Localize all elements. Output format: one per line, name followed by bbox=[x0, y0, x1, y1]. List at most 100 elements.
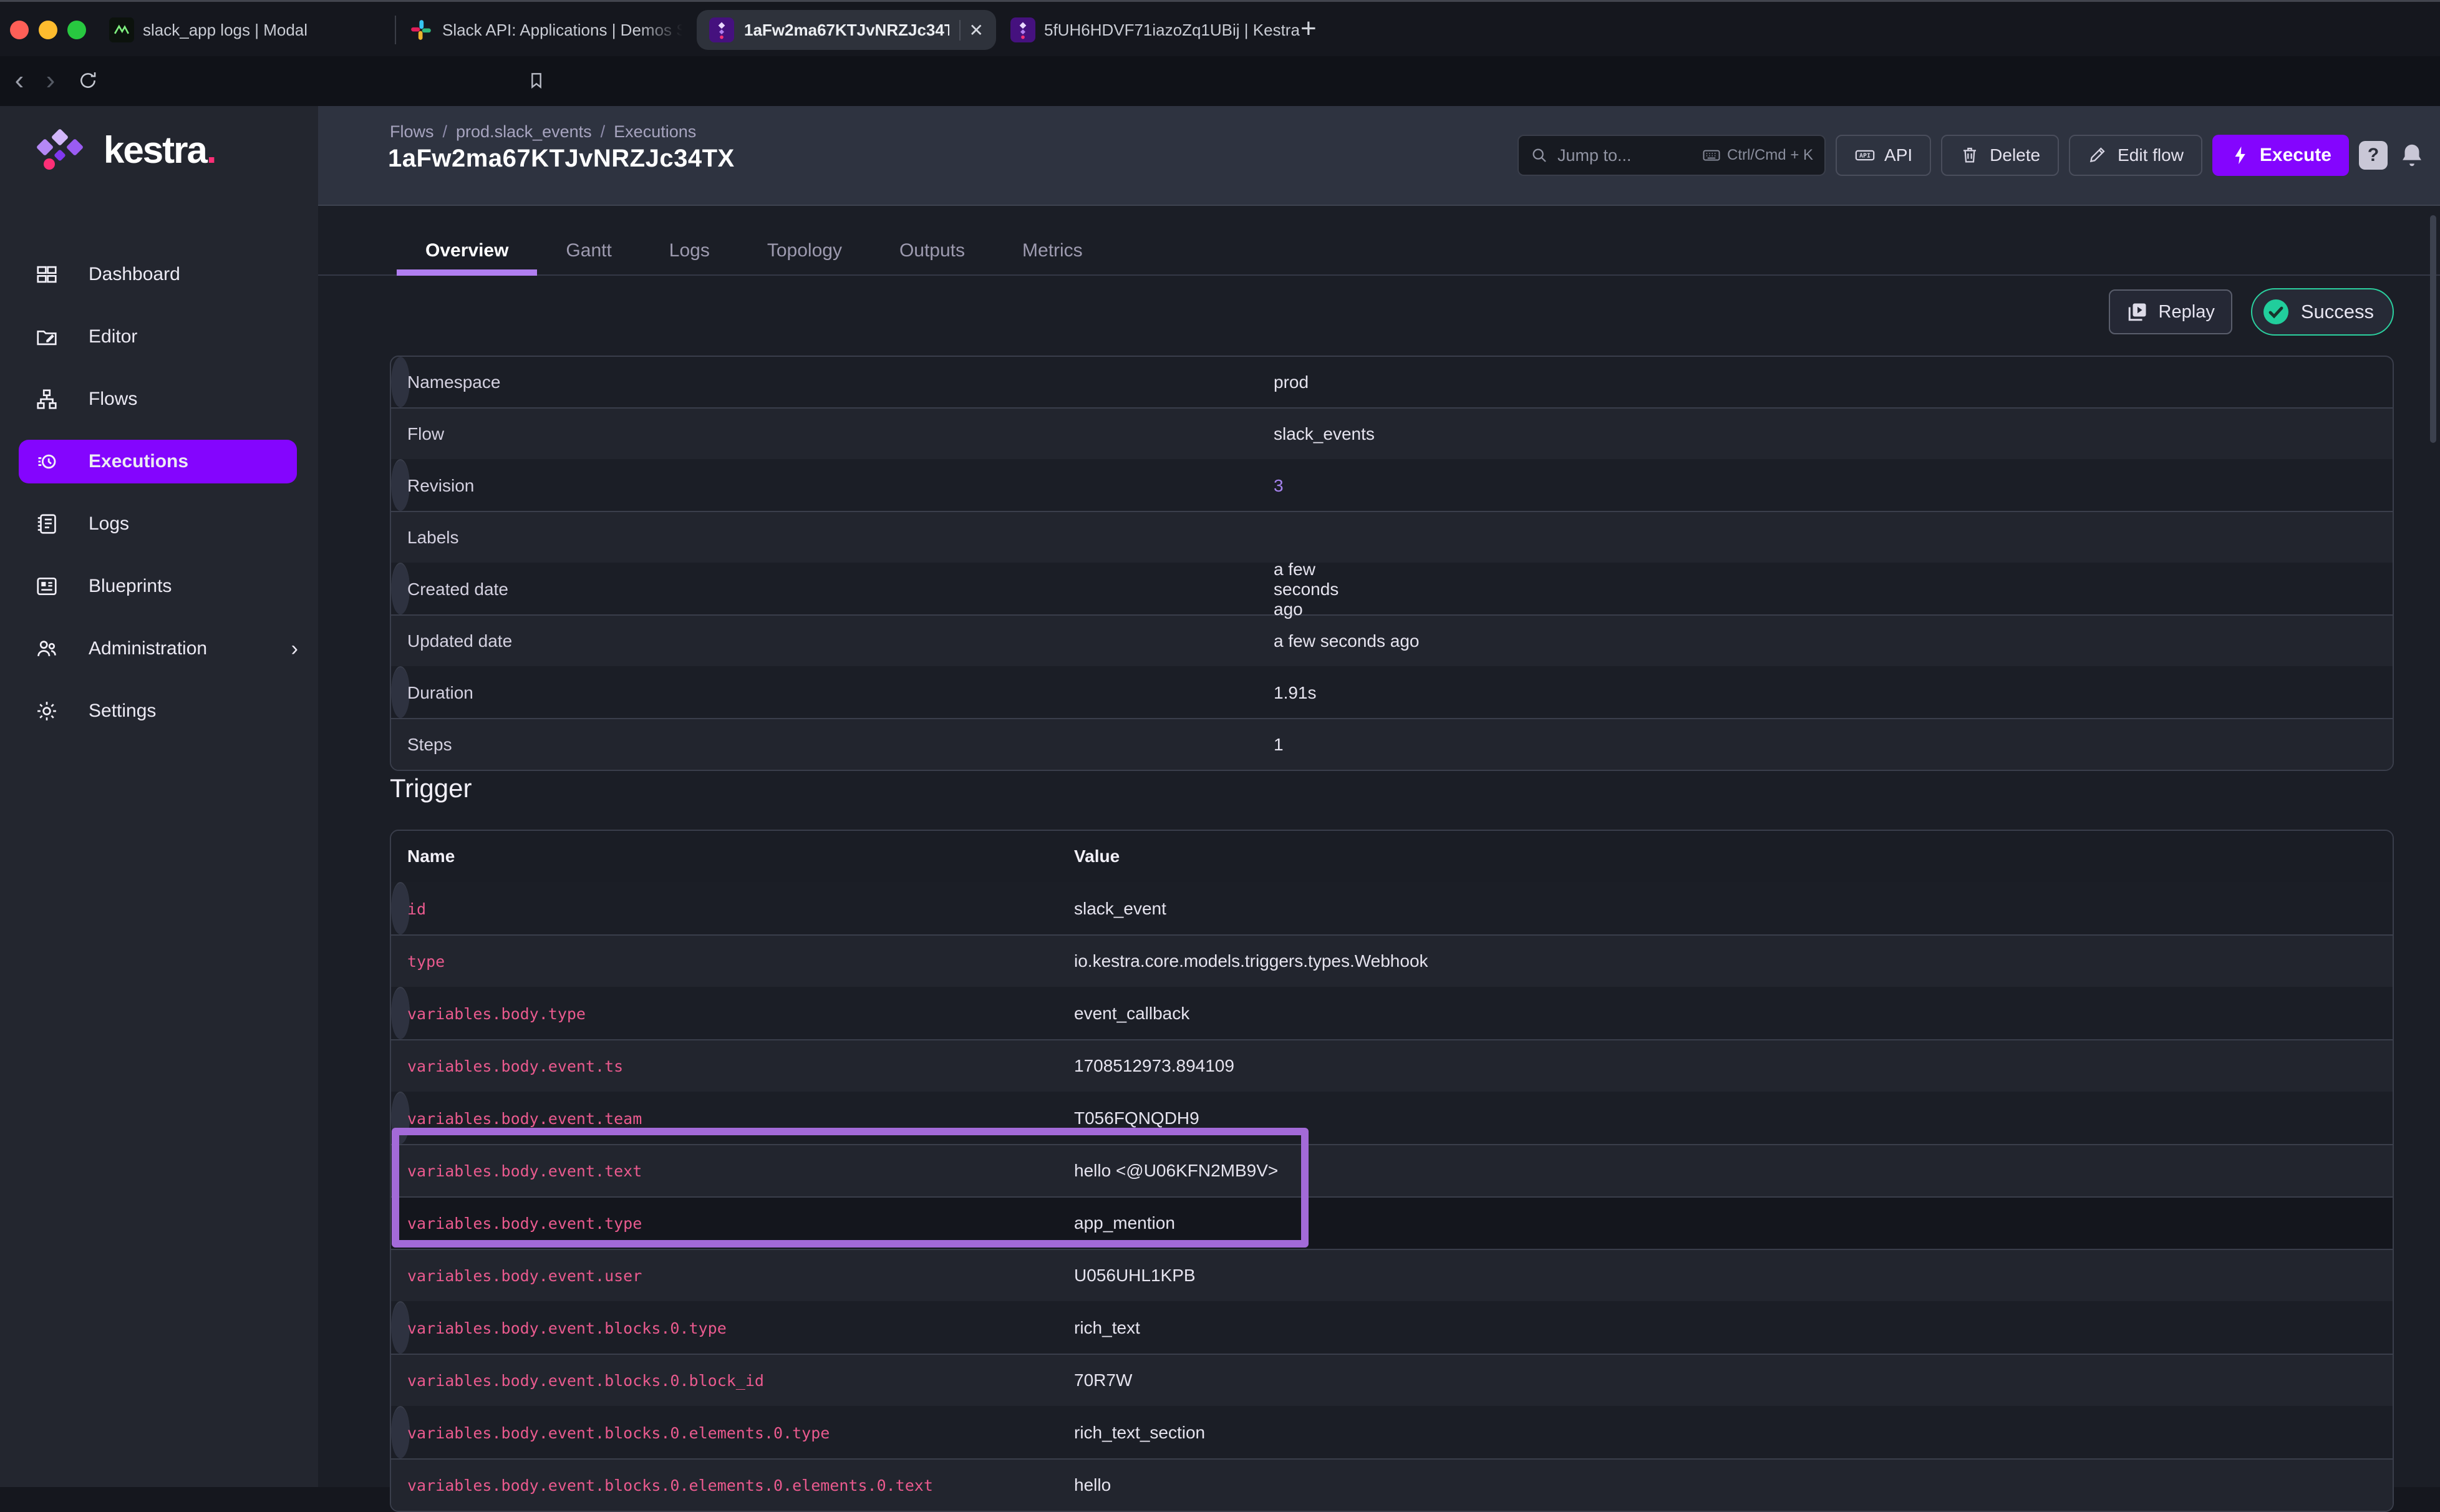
trigger-value: U056UHL1KPB bbox=[1074, 1266, 1196, 1286]
trigger-row: variables.body.event.team T056FQNQDH9 bbox=[391, 1092, 410, 1144]
minimize-window-button[interactable] bbox=[39, 21, 57, 39]
sidebar-item-label: Dashboard bbox=[89, 264, 180, 285]
back-button[interactable]: ‹ bbox=[4, 65, 35, 96]
maximize-window-button[interactable] bbox=[67, 21, 86, 39]
sidebar-item-settings[interactable]: Settings bbox=[0, 689, 318, 733]
edit-flow-button[interactable]: Edit flow bbox=[2069, 135, 2202, 176]
breadcrumb-segment[interactable]: prod.slack_events bbox=[456, 122, 592, 141]
row-value: 1.91s bbox=[1274, 683, 1317, 703]
trigger-key: variables.body.event.team bbox=[391, 1110, 1074, 1128]
close-window-button[interactable] bbox=[10, 21, 29, 39]
replay-button[interactable]: Replay bbox=[2109, 289, 2232, 334]
scrollbar-thumb[interactable] bbox=[2430, 215, 2436, 443]
search-icon bbox=[1530, 146, 1549, 165]
row-label: Labels bbox=[391, 528, 1274, 548]
kestra-logo[interactable]: kestra. bbox=[35, 128, 215, 172]
sidebar-item-label: Flows bbox=[89, 389, 137, 410]
trigger-value: slack_event bbox=[1074, 899, 1166, 919]
reload-button[interactable] bbox=[72, 65, 104, 96]
row-label: Steps bbox=[391, 735, 1274, 755]
trigger-key: variables.body.event.type bbox=[391, 1214, 1074, 1233]
tab-topology[interactable]: Topology bbox=[738, 228, 871, 273]
trigger-row: type io.kestra.core.models.triggers.type… bbox=[391, 934, 2393, 987]
trigger-row: variables.body.event.type app_mention bbox=[391, 1196, 2393, 1249]
breadcrumb-segment[interactable]: Flows bbox=[390, 122, 434, 141]
row-value[interactable]: 3 bbox=[1274, 476, 1284, 496]
breadcrumb-segment[interactable]: Executions bbox=[614, 122, 696, 141]
trigger-row: variables.body.event.blocks.0.block_id 7… bbox=[391, 1354, 2393, 1406]
trigger-row: variables.body.event.ts 1708512973.89410… bbox=[391, 1039, 2393, 1092]
flows-icon bbox=[35, 387, 59, 411]
executions-icon bbox=[35, 450, 59, 473]
trigger-key: variables.body.event.blocks.0.type bbox=[391, 1319, 1074, 1337]
trigger-value: rich_text_section bbox=[1074, 1423, 1205, 1443]
window-controls[interactable] bbox=[10, 21, 86, 39]
editor-icon bbox=[35, 325, 59, 349]
column-value: Value bbox=[1074, 846, 1120, 866]
browser-tab[interactable]: 5fUH6HDVF71iazoZq1UBij | Kestra bbox=[1010, 2, 1300, 58]
tab-title: slack_app logs | Modal bbox=[143, 21, 307, 40]
trigger-value: hello bbox=[1074, 1475, 1111, 1495]
sidebar-item-dashboard[interactable]: Dashboard bbox=[0, 253, 318, 296]
sidebar-menu: Dashboard Editor Flows Executions Logs B… bbox=[0, 253, 318, 752]
trigger-value: rich_text bbox=[1074, 1318, 1140, 1338]
sidebar-item-logs[interactable]: Logs bbox=[0, 502, 318, 546]
trigger-row: variables.body.event.blocks.0.elements.0… bbox=[391, 1406, 410, 1458]
tab-metrics[interactable]: Metrics bbox=[994, 228, 1111, 273]
kestra-app: kestra. Dashboard Editor Flows Execution… bbox=[0, 106, 2440, 1487]
tab-overview[interactable]: Overview bbox=[397, 228, 537, 273]
api-button[interactable]: API API bbox=[1836, 135, 1931, 176]
execution-tabs-row: OverviewGanttLogsTopologyOutputsMetrics bbox=[318, 228, 2440, 276]
search-shortcut: Ctrl/Cmd + K bbox=[1702, 146, 1813, 165]
row-value: a few seconds ago bbox=[1274, 631, 1420, 651]
status-row: Replay Success bbox=[2109, 288, 2394, 336]
help-button[interactable]: ? bbox=[2359, 141, 2388, 170]
notifications-bell-icon[interactable] bbox=[2398, 141, 2426, 170]
trigger-key: variables.body.event.user bbox=[391, 1267, 1074, 1285]
browser-tab[interactable]: slack_app logs | Modal bbox=[109, 2, 307, 58]
sidebar-item-blueprints[interactable]: Blueprints bbox=[0, 565, 318, 608]
logs-icon bbox=[35, 512, 59, 536]
trigger-value: 70R7W bbox=[1074, 1370, 1132, 1390]
breadcrumb-separator: / bbox=[601, 122, 606, 141]
sidebar-item-editor[interactable]: Editor bbox=[0, 315, 318, 359]
trigger-key: id bbox=[391, 900, 1074, 918]
row-label: Revision bbox=[391, 476, 1274, 496]
tab-gantt[interactable]: Gantt bbox=[537, 228, 640, 273]
trigger-value: io.kestra.core.models.triggers.types.Web… bbox=[1074, 951, 1428, 971]
bookmark-icon[interactable] bbox=[521, 65, 552, 96]
trigger-value: hello <@U06KFN2MB9V> bbox=[1074, 1161, 1278, 1181]
overview-row-created-date: Created date a few seconds ago bbox=[391, 563, 410, 614]
close-tab-icon[interactable]: ✕ bbox=[959, 20, 984, 41]
tab-title: 5fUH6HDVF71iazoZq1UBij | Kestra bbox=[1044, 21, 1300, 40]
execution-tabs: OverviewGanttLogsTopologyOutputsMetrics bbox=[397, 228, 1111, 273]
kestra-favicon bbox=[709, 17, 734, 42]
sidebar-item-executions[interactable]: Executions bbox=[19, 440, 297, 483]
chevron-right-icon: › bbox=[291, 637, 298, 661]
tab-outputs[interactable]: Outputs bbox=[871, 228, 994, 273]
trigger-heading: Trigger bbox=[390, 773, 472, 803]
breadcrumb[interactable]: Flows/prod.slack_events/Executions bbox=[390, 122, 696, 142]
trigger-key: variables.body.event.blocks.0.elements.0… bbox=[391, 1424, 1074, 1442]
page-header: Flows/prod.slack_events/Executions 1aFw2… bbox=[318, 106, 2440, 206]
sidebar-item-administration[interactable]: Administration› bbox=[0, 627, 318, 671]
row-label: Created date bbox=[391, 579, 1274, 599]
tab-logs[interactable]: Logs bbox=[641, 228, 738, 273]
jump-to-search-input[interactable]: Jump to... Ctrl/Cmd + K bbox=[1518, 135, 1826, 176]
new-tab-button[interactable]: + bbox=[1300, 13, 1317, 44]
pencil-icon bbox=[2088, 145, 2109, 166]
browser-tab[interactable]: Slack API: Applications | Demos Sl bbox=[409, 2, 682, 58]
trigger-key: variables.body.event.ts bbox=[391, 1057, 1074, 1075]
browser-tab[interactable]: 1aFw2ma67KTJvNRZJc34TX ✕ bbox=[697, 10, 996, 50]
row-label: Namespace bbox=[391, 372, 1274, 392]
execute-button[interactable]: Execute bbox=[2212, 135, 2349, 176]
trigger-key: variables.body.event.blocks.0.elements.0… bbox=[391, 1476, 1074, 1495]
sidebar-item-flows[interactable]: Flows bbox=[0, 377, 318, 421]
overview-row-revision: Revision 3 bbox=[391, 459, 410, 511]
trigger-table-header: Name Value bbox=[391, 831, 2393, 882]
lightning-icon bbox=[2230, 145, 2251, 166]
delete-button[interactable]: Delete bbox=[1941, 135, 2059, 176]
trigger-value: T056FQNQDH9 bbox=[1074, 1108, 1199, 1128]
overview-row-updated-date: Updated date a few seconds ago bbox=[391, 614, 2393, 666]
forward-button[interactable]: › bbox=[35, 65, 66, 96]
